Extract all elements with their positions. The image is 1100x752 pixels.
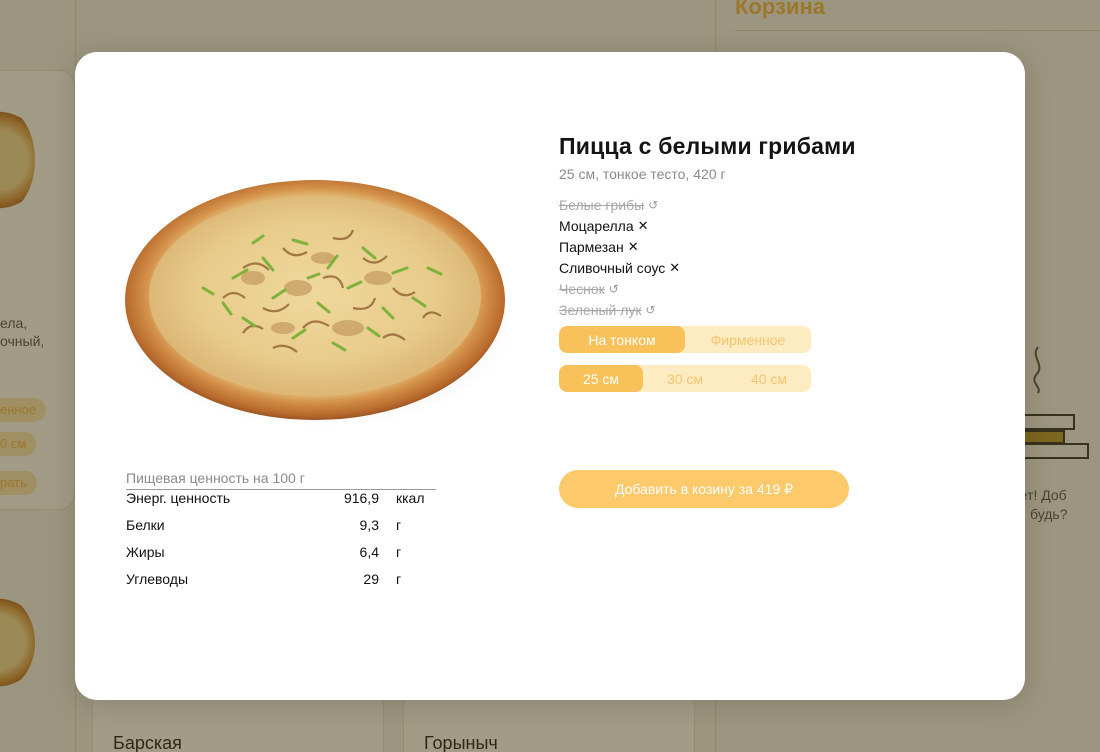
nutrition-label: Энерг. ценность (126, 490, 231, 506)
size-switch: 25 см 30 см 40 см (559, 365, 811, 392)
pizza-image (124, 180, 511, 428)
remove-icon[interactable]: ✕ (669, 261, 680, 274)
nutrition-title: Пищевая ценность на 100 г (126, 470, 436, 490)
restore-icon[interactable]: ↺ (609, 283, 619, 295)
restore-icon[interactable]: ↺ (646, 304, 656, 316)
nutrition-label: Жиры (126, 544, 165, 560)
nutrition-value: 9,3 (359, 517, 379, 533)
dough-option-signature[interactable]: Фирменное (685, 326, 811, 353)
ingredient-label: Белые грибы (559, 196, 645, 213)
remove-icon[interactable]: ✕ (628, 240, 639, 253)
ingredient-item[interactable]: Сливочный соус ✕ (559, 257, 959, 278)
nutrition-value: 916,9 (343, 490, 379, 506)
size-option-30[interactable]: 30 см (643, 365, 727, 392)
ingredient-item[interactable]: Моцарелла ✕ (559, 215, 959, 236)
nutrition-label: Белки (126, 517, 165, 533)
product-title: Пицца с белыми грибами (559, 133, 856, 159)
nutrition-row: Жиры 6,4 г (126, 544, 436, 571)
nutrition-value: 6,4 (359, 544, 379, 560)
product-subtitle: 25 см, тонкое тесто, 420 г (559, 166, 726, 182)
nutrition-table: Пищевая ценность на 100 г Энерг. ценност… (126, 470, 436, 598)
ingredient-label: Зеленый лук (559, 301, 642, 318)
nutrition-unit: ккал (396, 490, 425, 506)
nutrition-row: Энерг. ценность 916,9 ккал (126, 490, 436, 517)
ingredient-label: Моцарелла (559, 217, 634, 234)
nutrition-unit: г (396, 571, 402, 587)
ingredient-list: Белые грибы ↺ Моцарелла ✕ Пармезан ✕ Сли… (559, 194, 959, 320)
product-details: Пицца с белыми грибами 25 см, тонкое тес… (559, 133, 959, 392)
ingredient-label: Пармезан (559, 238, 624, 255)
ingredient-item[interactable]: Чеснок ↺ (559, 278, 959, 299)
nutrition-unit: г (396, 517, 402, 533)
nutrition-row: Углеводы 29 г (126, 571, 436, 598)
ingredient-item[interactable]: Зеленый лук ↺ (559, 299, 959, 320)
dough-switch: На тонком Фирменное (559, 326, 811, 353)
nutrition-value: 29 (363, 571, 379, 587)
ingredient-label: Чеснок (559, 280, 605, 297)
remove-icon[interactable]: ✕ (638, 219, 649, 232)
size-option-40[interactable]: 40 см (727, 365, 811, 392)
nutrition-row: Белки 9,3 г (126, 517, 436, 544)
add-to-cart-button[interactable]: Добавить в козину за 419 ₽ (559, 470, 849, 508)
size-option-25[interactable]: 25 см (559, 365, 643, 392)
product-modal: Пищевая ценность на 100 г Энерг. ценност… (75, 52, 1025, 700)
nutrition-unit: г (396, 544, 402, 560)
ingredient-item[interactable]: Белые грибы ↺ (559, 194, 959, 215)
nutrition-label: Углеводы (126, 571, 189, 587)
restore-icon[interactable]: ↺ (648, 199, 658, 211)
ingredient-item[interactable]: Пармезан ✕ (559, 236, 959, 257)
ingredient-label: Сливочный соус (559, 259, 666, 276)
dough-option-thin[interactable]: На тонком (559, 326, 685, 353)
